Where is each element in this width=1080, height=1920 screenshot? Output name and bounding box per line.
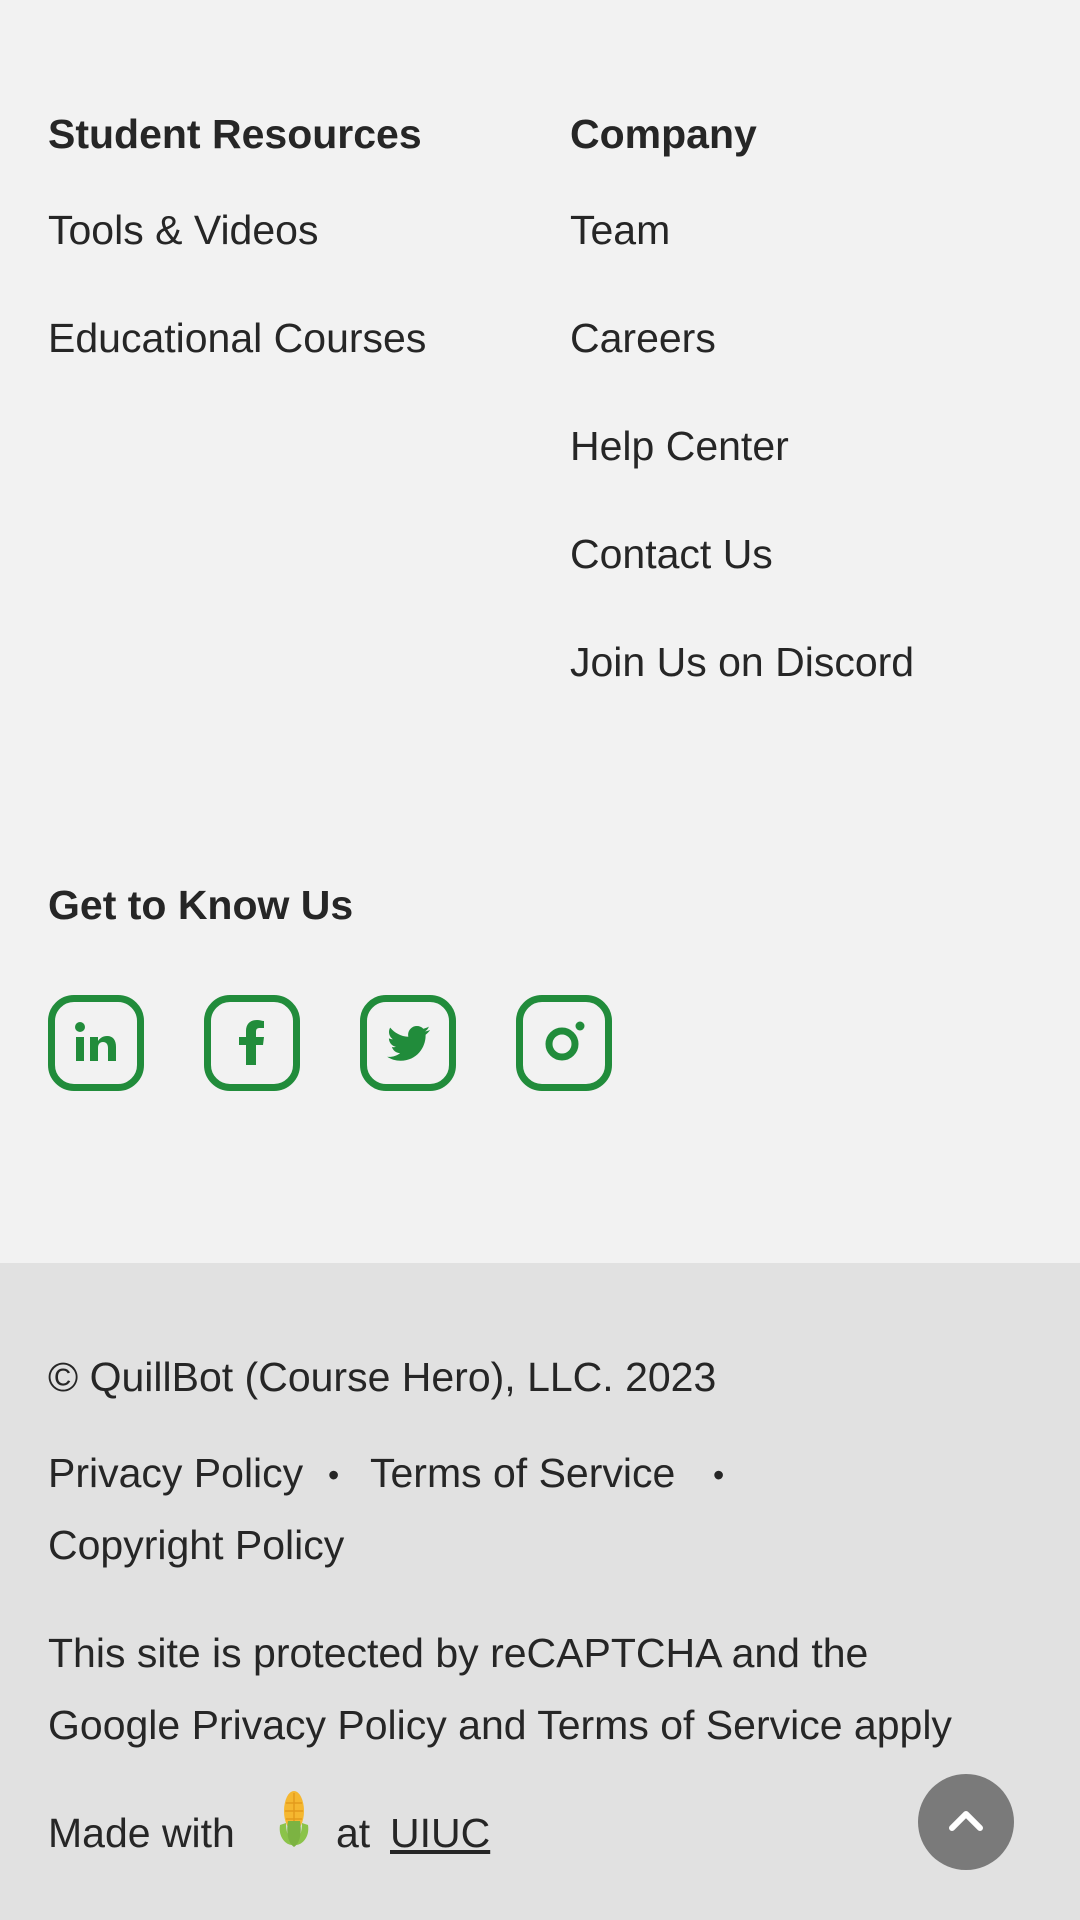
recaptcha-text-line2: Google Privacy Policy and Terms of Servi… xyxy=(48,1702,952,1748)
careers-link[interactable]: Careers xyxy=(570,318,716,359)
footer-links-section: Student Resources Tools & Videos Educati… xyxy=(0,0,1080,1263)
tools-videos-link[interactable]: Tools & Videos xyxy=(48,210,318,251)
help-center-link[interactable]: Help Center xyxy=(570,426,789,467)
copyright-policy-link[interactable]: Copyright Policy xyxy=(48,1525,344,1566)
copyright-text: © QuillBot (Course Hero), LLC. 2023 xyxy=(48,1354,717,1400)
company-heading: Company xyxy=(570,111,757,157)
get-to-know-us-heading: Get to Know Us xyxy=(48,882,354,928)
team-link[interactable]: Team xyxy=(570,210,670,251)
corn-icon xyxy=(272,1785,316,1854)
separator-dot: • xyxy=(328,1457,340,1493)
twitter-icon[interactable] xyxy=(360,995,456,1091)
chevron-up-icon xyxy=(949,1811,983,1831)
discord-link[interactable]: Join Us on Discord xyxy=(570,642,914,683)
recaptcha-text-line1: This site is protected by reCAPTCHA and … xyxy=(48,1630,869,1676)
facebook-icon[interactable] xyxy=(204,995,300,1091)
instagram-icon[interactable] xyxy=(516,995,612,1091)
uiuc-link[interactable]: UIUC xyxy=(390,1813,490,1854)
contact-us-link[interactable]: Contact Us xyxy=(570,534,773,575)
privacy-policy-link[interactable]: Privacy Policy xyxy=(48,1453,303,1494)
scroll-to-top-button[interactable] xyxy=(918,1774,1014,1870)
made-with-text: Made with xyxy=(48,1810,235,1856)
separator-dot: • xyxy=(713,1457,725,1493)
at-text: at xyxy=(336,1810,371,1856)
educational-courses-link[interactable]: Educational Courses xyxy=(48,318,426,359)
linkedin-icon[interactable] xyxy=(48,995,144,1091)
student-resources-heading: Student Resources xyxy=(48,111,422,157)
terms-of-service-link[interactable]: Terms of Service xyxy=(370,1453,675,1494)
